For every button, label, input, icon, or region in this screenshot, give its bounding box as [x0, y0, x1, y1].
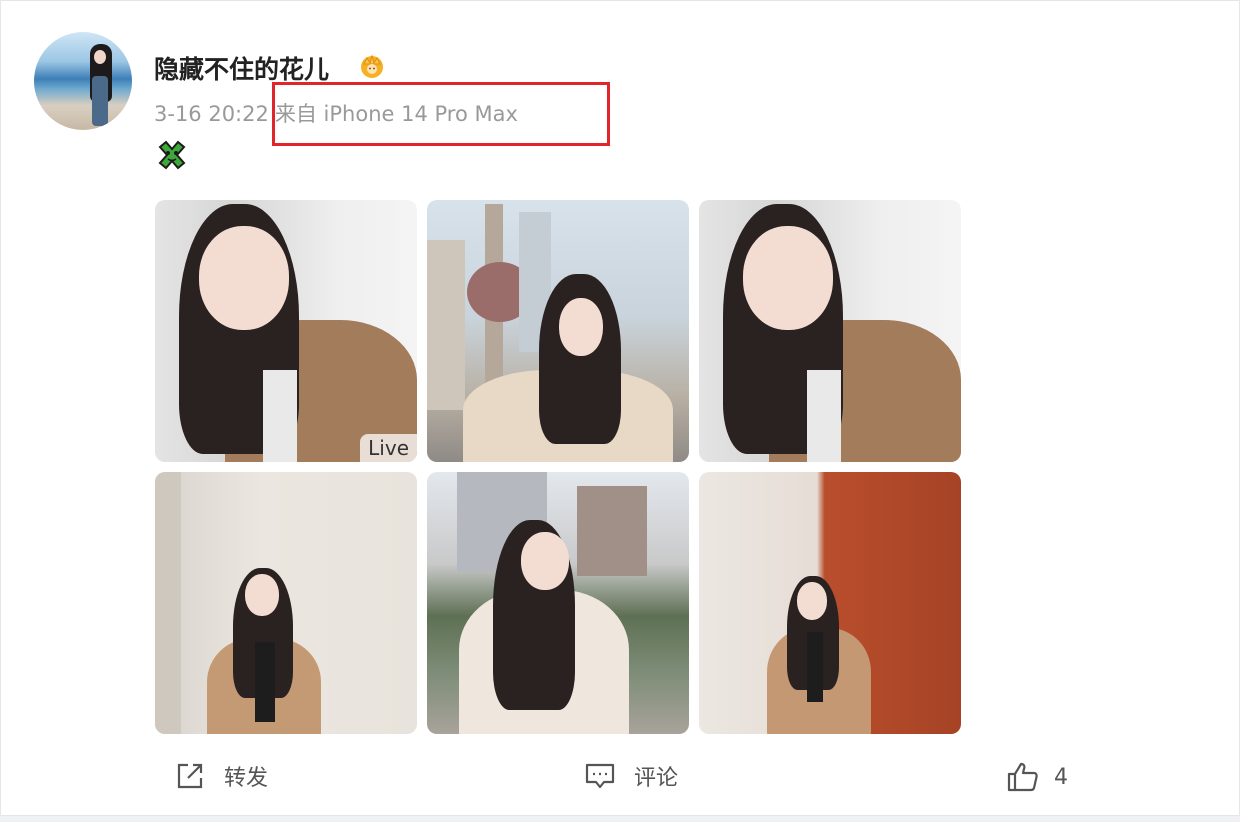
- photo-face: [199, 226, 289, 330]
- like-button[interactable]: 4: [1006, 760, 1068, 794]
- photo-building: [577, 486, 647, 576]
- like-icon: [1007, 762, 1038, 792]
- photo-thumbnail[interactable]: [427, 200, 689, 462]
- avatar[interactable]: [34, 32, 132, 130]
- source-highlight-box: [272, 82, 610, 146]
- photo-shirt: [263, 370, 297, 462]
- avatar-person-face: [94, 50, 106, 64]
- live-badge: Live: [360, 434, 417, 462]
- avatar-person-body: [92, 76, 108, 126]
- photo-face: [797, 582, 827, 620]
- photo-face: [245, 574, 279, 616]
- photo-thumbnail[interactable]: [699, 472, 961, 734]
- share-button[interactable]: 转发: [174, 760, 268, 792]
- comment-icon: [585, 763, 615, 789]
- photo-shirt: [807, 632, 823, 702]
- username[interactable]: 隐藏不住的花儿: [154, 50, 329, 86]
- share-label: 转发: [224, 766, 269, 791]
- photo-shirt: [255, 642, 275, 722]
- photo-pillar: [155, 472, 181, 734]
- like-count: 4: [1054, 764, 1068, 790]
- photo-thumbnail[interactable]: [699, 200, 961, 462]
- photo-thumbnail[interactable]: [155, 472, 417, 734]
- post-time[interactable]: 3-16 20:22: [154, 102, 269, 126]
- photo-building: [427, 240, 465, 410]
- photo-thumbnail[interactable]: [427, 472, 689, 734]
- comment-button[interactable]: 评论: [584, 760, 678, 792]
- green-sticker-icon: [158, 140, 186, 170]
- comment-label: 评论: [634, 766, 679, 791]
- photo-shirt: [807, 370, 841, 462]
- photo-face: [521, 532, 569, 590]
- photo-thumbnail[interactable]: Live: [155, 200, 417, 462]
- share-icon: [177, 763, 203, 789]
- crown-icon[interactable]: [358, 52, 386, 80]
- photo-face: [559, 298, 603, 356]
- card-divider: [0, 816, 1240, 822]
- photo-face: [743, 226, 833, 330]
